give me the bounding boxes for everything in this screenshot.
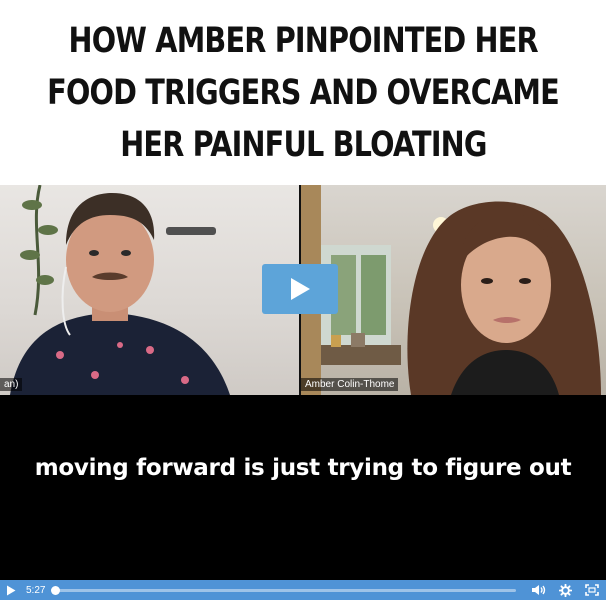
- headline-line-3: HER PAINFUL BLOATING: [119, 124, 487, 165]
- settings-button[interactable]: [552, 580, 578, 600]
- caption-text: moving forward is just trying to figure …: [34, 454, 572, 481]
- participant-feed-left: [0, 185, 299, 395]
- headline: HOW AMBER PINPOINTED HER FOOD TRIGGERS A…: [0, 0, 606, 185]
- progress-bar[interactable]: [51, 585, 516, 595]
- volume-icon: [532, 585, 546, 595]
- play-icon: [7, 585, 16, 595]
- play-button[interactable]: [0, 580, 22, 600]
- video-post: HOW AMBER PINPOINTED HER FOOD TRIGGERS A…: [0, 0, 606, 600]
- fullscreen-button[interactable]: [578, 580, 606, 600]
- play-overlay-button[interactable]: [262, 264, 338, 314]
- participant-name-left: an): [0, 378, 23, 391]
- participant-right-image: [301, 185, 601, 395]
- volume-button[interactable]: [526, 580, 552, 600]
- participant-left-image: [10, 185, 230, 395]
- caption-area: moving forward is just trying to figure …: [0, 395, 606, 580]
- play-icon: [291, 278, 310, 300]
- headline-line-1: HOW AMBER PINPOINTED HER: [68, 20, 538, 61]
- gear-icon: [558, 583, 572, 597]
- player-control-bar: 5:27: [0, 580, 606, 600]
- progress-knob[interactable]: [51, 585, 61, 595]
- participant-feed-right: [301, 185, 606, 395]
- participant-name-right: Amber Colin-Thome: [301, 378, 399, 391]
- headline-line-2: FOOD TRIGGERS AND OVERCAME: [47, 72, 560, 113]
- current-time: 5:27: [26, 584, 46, 596]
- fullscreen-icon: [585, 584, 599, 596]
